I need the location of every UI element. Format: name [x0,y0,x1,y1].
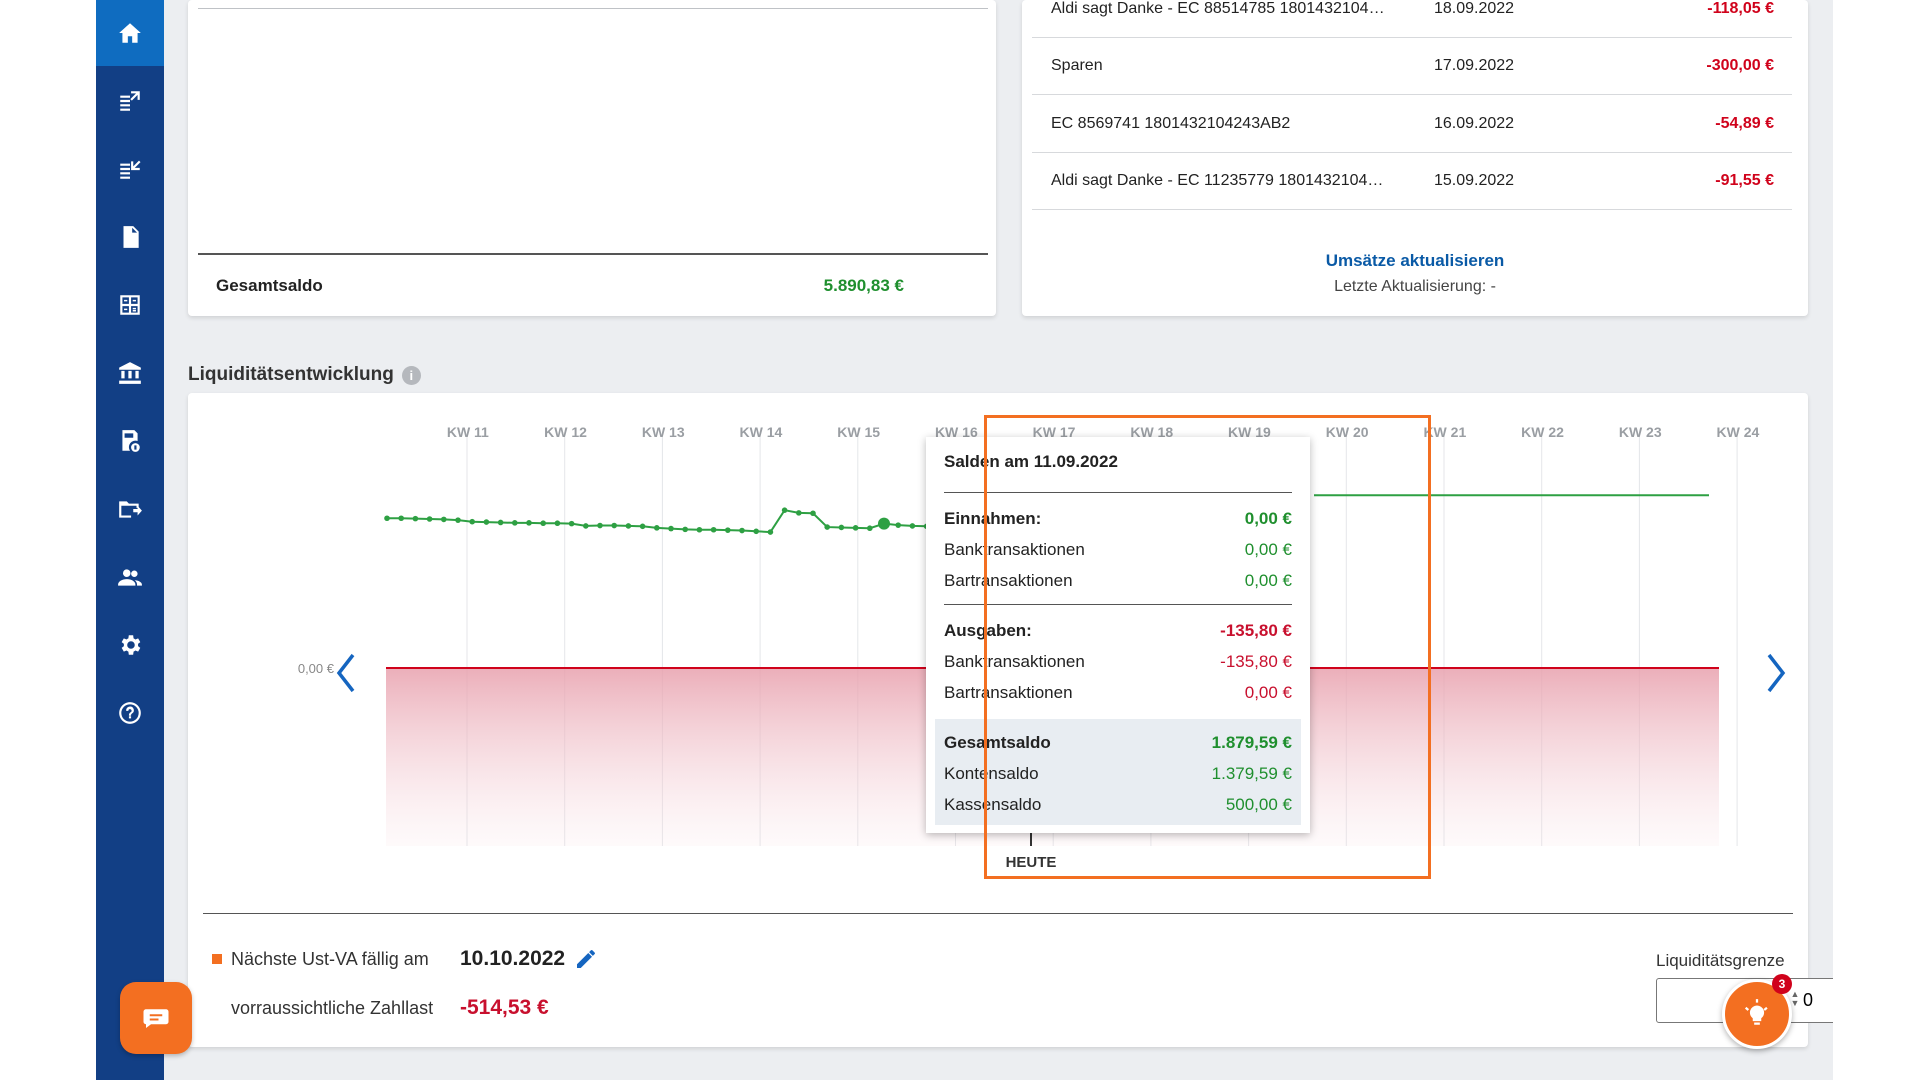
expense-label: Ausgaben: [944,621,1032,640]
expense-value: -135,80 € [1220,621,1292,640]
tooltip-expense-row: Ausgaben: -135,80 € [944,621,1292,641]
income-cash-value: 0,00 € [1244,571,1292,590]
zero-axis-label: 0,00 € [298,661,335,676]
pencil-icon [577,950,595,968]
cash-balance-label: Kassensaldo [944,795,1042,814]
x-tick-label: KW 20 [1326,424,1369,440]
data-point [725,527,731,533]
data-point [611,522,617,529]
data-point [753,528,759,535]
lightbulb-icon [1744,999,1768,1025]
data-point [867,525,873,532]
payload-value: -514,53 € [460,996,549,1019]
vat-marker-icon [212,954,222,964]
income-value: 0,00 € [1244,509,1292,528]
tooltip-income-cash-row: Bartransaktionen 0,00 € [944,571,1292,591]
account-value: 1.379,59 € [1211,764,1292,783]
data-point [824,524,830,530]
data-point [739,527,745,534]
data-point [625,523,632,529]
vat-date: 10.10.2022 [460,947,566,970]
data-point [852,525,859,531]
highlighted-point [878,517,890,530]
data-point [639,523,646,530]
account-label: Kontensaldo [944,764,1039,783]
next-period-button[interactable] [1760,650,1790,696]
stepper-down-icon: ▼ [1790,998,1800,1008]
tooltip-expense-bank-row: Banktransaktionen -135,80 € [944,652,1292,672]
tooltip-cash-balance-row: Kassensaldo 500,00 € [944,795,1292,815]
income-bank-value: 0,00 € [1244,540,1292,559]
data-point [540,520,546,527]
data-point [384,515,390,522]
data-point [838,524,845,531]
data-point [554,520,561,527]
data-point [895,522,901,528]
tooltip-account-row: Kontensaldo 1.379,59 € [944,764,1292,784]
data-point [526,520,532,526]
total-value: 1.879,59 € [1211,733,1292,752]
tooltip-expense-cash-row: Bartransaktionen 0,00 € [944,683,1292,703]
x-tick-label: KW 12 [544,424,587,440]
limit-stepper[interactable]: ▲ ▼ [1790,990,1800,1008]
vat-label: Nächste Ust-VA fällig am [231,949,429,969]
limit-label: Liquiditätsgrenze [1656,951,1785,970]
data-point [583,523,589,529]
payload-label: vorraussichtliche Zahllast [231,998,434,1018]
x-tick-label: KW 14 [740,424,783,440]
data-point [668,525,674,532]
edit-vat-date-button[interactable] [574,947,598,971]
data-point [426,516,433,522]
tooltip-income-bank-row: Banktransaktionen 0,00 € [944,540,1292,560]
data-point [497,519,504,526]
data-point [483,519,490,525]
balance-tooltip: Salden am 11.09.2022 Einnahmen: 0,00 € Ba… [926,437,1310,833]
data-point [597,522,603,529]
income-label: Einnahmen: [944,509,1042,528]
data-point [767,529,774,535]
chat-icon [143,1009,169,1028]
divider [944,604,1292,605]
x-tick-label: KW 24 [1717,424,1760,440]
x-tick-label: KW 21 [1423,424,1466,440]
x-tick-label: KW 23 [1619,424,1662,440]
data-point [441,516,447,523]
data-point [696,526,703,533]
data-point [568,520,575,527]
expense-cash-value: 0,00 € [1244,683,1292,702]
chat-button[interactable] [120,982,192,1054]
x-tick-label: KW 13 [642,424,685,440]
tooltip-title: Salden am 11.09.2022 [944,452,1118,471]
expense-bank-value: -135,80 € [1220,652,1292,671]
bank-label: Banktransaktionen [944,540,1085,559]
data-point [810,510,816,517]
tooltip-income-row: Einnahmen: 0,00 € [944,509,1292,529]
bank-label: Banktransaktionen [944,652,1085,671]
app: Gesamtsaldo 5.890,83 € Aldi sagt Danke -… [96,0,1833,1080]
tooltip-total-row: Gesamtsaldo 1.879,59 € [944,733,1292,753]
cash-label: Bartransaktionen [944,683,1073,702]
total-label: Gesamtsaldo [944,733,1051,752]
data-point [796,510,802,516]
x-tick-label: KW 22 [1521,424,1564,440]
divider [944,492,1292,493]
x-tick-label: KW 11 [447,424,489,440]
data-point [682,526,688,533]
data-point [455,517,461,523]
data-point [398,515,405,522]
cash-label: Bartransaktionen [944,571,1073,590]
data-point [909,523,916,529]
x-tick-label: KW 15 [837,424,880,440]
data-point [654,525,660,531]
divider [203,913,1793,914]
prev-period-button[interactable] [332,650,362,696]
data-point [412,515,419,522]
notification-badge: 3 [1772,974,1792,994]
data-point [710,526,717,533]
data-point [469,518,476,525]
cash-balance-value: 500,00 € [1225,795,1292,814]
data-point [781,507,788,513]
today-label: HEUTE [1006,854,1057,871]
data-point [512,520,518,526]
